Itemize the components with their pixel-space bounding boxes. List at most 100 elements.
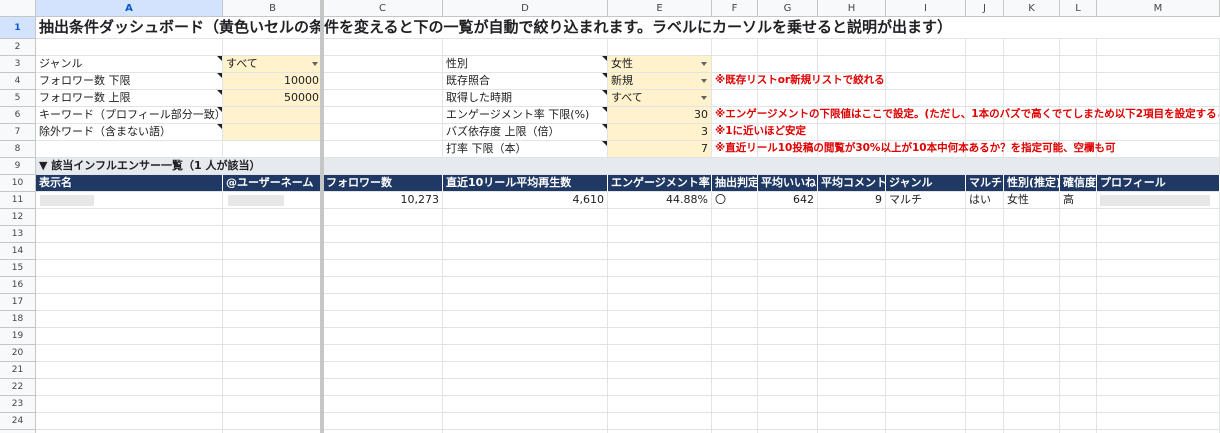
grid-cell[interactable]	[886, 294, 966, 311]
grid-cell[interactable]	[36, 362, 223, 379]
grid-cell[interactable]	[1097, 328, 1220, 345]
row-header[interactable]: 19	[0, 328, 36, 345]
grid-cell[interactable]	[886, 362, 966, 379]
column-header-c[interactable]: C	[323, 0, 443, 17]
grid-cell[interactable]	[323, 379, 443, 396]
grid-cell[interactable]	[36, 294, 223, 311]
grid-cell[interactable]	[758, 311, 818, 328]
table-cell[interactable]: 9	[818, 192, 886, 209]
row-header[interactable]: 21	[0, 362, 36, 379]
grid-cell[interactable]	[223, 226, 323, 243]
grid-cell[interactable]	[758, 379, 818, 396]
grid-cell[interactable]	[223, 362, 323, 379]
grid-cell[interactable]	[608, 277, 712, 294]
table-header-7[interactable]: 平均いいね	[758, 175, 818, 192]
grid-cell[interactable]	[966, 396, 1004, 413]
grid-cell[interactable]	[443, 311, 608, 328]
grid-cell[interactable]	[886, 396, 966, 413]
column-header-k[interactable]: K	[1004, 0, 1060, 17]
grid-cell[interactable]	[966, 56, 1004, 73]
grid-cell[interactable]	[443, 413, 608, 430]
grid-cell[interactable]	[323, 413, 443, 430]
grid-cell[interactable]	[223, 379, 323, 396]
grid-cell[interactable]	[818, 39, 886, 56]
condition-value-input[interactable]	[223, 124, 323, 141]
grid-cell[interactable]	[818, 362, 886, 379]
grid-cell[interactable]	[223, 328, 323, 345]
grid-cell[interactable]	[818, 90, 886, 107]
select-all-corner[interactable]	[0, 0, 36, 17]
grid-cell[interactable]	[1060, 345, 1097, 362]
table-header-10[interactable]: マルチ	[966, 175, 1004, 192]
grid-cell[interactable]	[818, 277, 886, 294]
grid-cell[interactable]	[1004, 362, 1060, 379]
grid-cell[interactable]	[712, 396, 758, 413]
grid-cell[interactable]	[818, 243, 886, 260]
grid-cell[interactable]	[758, 294, 818, 311]
grid-cell[interactable]	[1004, 243, 1060, 260]
dropdown-arrow-icon[interactable]	[701, 62, 707, 66]
grid-cell[interactable]	[323, 107, 443, 124]
row-header[interactable]: 15	[0, 260, 36, 277]
grid-cell[interactable]	[323, 141, 443, 158]
grid-cell[interactable]	[323, 328, 443, 345]
table-header-6[interactable]: 抽出判定	[712, 175, 759, 192]
grid-cell[interactable]	[1060, 90, 1097, 107]
column-header-e[interactable]: E	[608, 0, 712, 17]
grid-cell[interactable]	[966, 243, 1004, 260]
grid-cell[interactable]	[712, 345, 758, 362]
grid-cell[interactable]	[323, 311, 443, 328]
grid-cell[interactable]	[323, 209, 443, 226]
table-cell[interactable]: 642	[758, 192, 818, 209]
grid-cell[interactable]	[443, 39, 608, 56]
grid-cell[interactable]	[712, 226, 758, 243]
grid-cell[interactable]	[323, 345, 443, 362]
condition-value-input[interactable]: 3	[608, 124, 712, 141]
grid-cell[interactable]	[443, 345, 608, 362]
grid-cell[interactable]	[886, 243, 966, 260]
grid-cell[interactable]	[966, 39, 1004, 56]
grid-cell[interactable]	[966, 362, 1004, 379]
row-header[interactable]: 12	[0, 209, 36, 226]
grid-cell[interactable]	[886, 345, 966, 362]
grid-cell[interactable]	[758, 243, 818, 260]
grid-cell[interactable]	[608, 260, 712, 277]
column-header-a[interactable]: A	[36, 0, 223, 17]
table-cell[interactable]: 44.88%	[608, 192, 712, 209]
grid-cell[interactable]	[1004, 260, 1060, 277]
grid-cell[interactable]	[966, 345, 1004, 362]
grid-cell[interactable]	[886, 226, 966, 243]
grid-cell[interactable]	[758, 226, 818, 243]
grid-cell[interactable]	[1004, 277, 1060, 294]
table-cell[interactable]: 高	[1060, 192, 1097, 209]
grid-cell[interactable]	[712, 260, 758, 277]
condition-value-input[interactable]: 新規	[608, 73, 712, 90]
column-header-b[interactable]: B	[223, 0, 323, 17]
spreadsheet-grid[interactable]: A B C D E F G H I J K L M 1 2 3 4 5 6 7 8 9 10 11 12 13 14 15 16 17 18…	[0, 0, 1220, 433]
condition-value-input[interactable]: 10000	[223, 73, 323, 90]
table-header-12[interactable]: 確信度	[1060, 175, 1097, 192]
grid-cell[interactable]	[758, 90, 818, 107]
column-header-g[interactable]: G	[758, 0, 818, 17]
grid-cell[interactable]	[966, 328, 1004, 345]
table-cell[interactable]: はい	[966, 192, 1004, 209]
grid-cell[interactable]	[818, 294, 886, 311]
grid-cell[interactable]	[36, 260, 223, 277]
grid-cell[interactable]	[323, 362, 443, 379]
table-header-2[interactable]: @ユーザーネーム	[223, 175, 323, 192]
grid-cell[interactable]	[36, 277, 223, 294]
row-header[interactable]: 2	[0, 39, 36, 56]
row-header[interactable]: 24	[0, 413, 36, 430]
grid-cell[interactable]	[608, 294, 712, 311]
grid-cell[interactable]	[1097, 277, 1220, 294]
grid-cell[interactable]	[36, 209, 223, 226]
grid-cell[interactable]	[223, 345, 323, 362]
grid-cell[interactable]	[758, 56, 818, 73]
grid-cell[interactable]	[1004, 56, 1060, 73]
grid-cell[interactable]	[36, 345, 223, 362]
grid-cell[interactable]	[818, 328, 886, 345]
grid-cell[interactable]	[966, 294, 1004, 311]
condition-value-input[interactable]: すべて	[608, 90, 712, 107]
grid-cell[interactable]	[608, 413, 712, 430]
table-header-1[interactable]: 表示名	[36, 175, 223, 192]
